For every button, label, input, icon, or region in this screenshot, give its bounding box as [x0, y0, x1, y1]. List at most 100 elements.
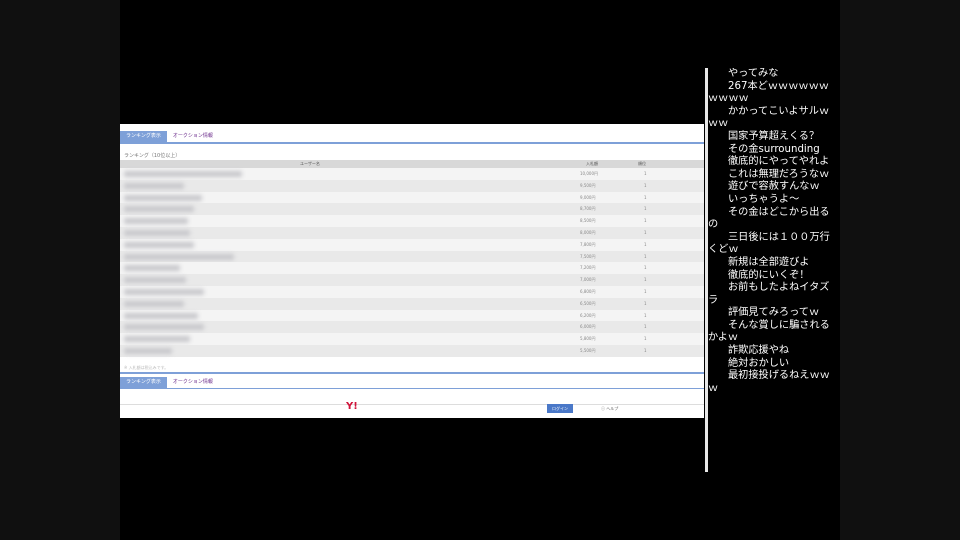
comment-item: 267本どｗｗｗｗｗｗｗｗｗｗ	[708, 80, 829, 105]
rank-value: 1	[644, 171, 647, 176]
comment-item: 遊びで容赦すんなｗ	[728, 181, 820, 193]
bid-amount: 7,800円	[580, 241, 596, 247]
table-row: 8,500円 1	[120, 215, 704, 227]
bid-amount: 6,200円	[580, 312, 596, 318]
table-row: 9,500円 1	[120, 179, 704, 192]
blurred-username	[124, 171, 242, 177]
bid-amount: 7,000円	[580, 277, 596, 283]
bid-amount: 9,500円	[580, 182, 596, 188]
yahoo-logo[interactable]: Y!	[346, 401, 358, 412]
bid-amount: 6,800円	[580, 288, 596, 294]
blurred-username	[124, 218, 188, 225]
rank-value: 1	[644, 288, 647, 294]
rank-value: 1	[644, 253, 647, 259]
tab-underline	[120, 142, 704, 144]
right-letterbox	[840, 0, 960, 540]
blurred-username	[124, 324, 204, 331]
rank-value: 1	[644, 300, 647, 306]
bid-amount: 5,800円	[580, 336, 596, 342]
table-body: 10,000円 1 9,500円 1 9,000円 1 8,700円 1 8,500円 1 8,00…	[120, 168, 704, 357]
rank-value: 1	[644, 277, 647, 283]
info-icon: ⓘ	[601, 406, 605, 411]
comment-item: お前もしたよねイタズラ	[708, 282, 830, 306]
comment-item: 新規は全部遊びよ	[728, 256, 810, 268]
ranking-table: ユーザー名 入札額 順位 10,000円 1 9,500円 1 9,000円 1 8,700…	[120, 160, 704, 357]
rank-value: 1	[644, 241, 647, 247]
header-rank: 順位	[638, 161, 646, 166]
blurred-username	[124, 347, 172, 354]
comment-item: そんな賞しに騙されるかよｗ	[708, 319, 830, 344]
rank-value: 1	[644, 312, 647, 318]
table-row: 8,700円 1	[120, 203, 704, 216]
tab-bar: ランキング表示 オークション情報	[120, 130, 219, 142]
comment-item: かかってこいよサルｗｗｗ	[708, 105, 830, 130]
comment-item: 徹底的にやってやれよ	[728, 156, 830, 168]
help-link-label: ヘルプ	[606, 406, 619, 411]
bottom-tab-line-top	[120, 372, 704, 374]
bid-amount: 5,500円	[580, 347, 596, 353]
header-amount: 入札額	[586, 161, 598, 166]
rank-value: 1	[644, 324, 647, 330]
comment-item: いっちゃうよ～	[728, 193, 800, 205]
bottom-tab-bar: ランキング表示 オークション情報	[120, 376, 219, 388]
bid-amount: 8,700円	[580, 206, 596, 212]
comment-item: 詐欺応援やね	[728, 345, 790, 357]
help-link[interactable]: ⓘ ヘルプ	[601, 404, 618, 413]
bid-amount: 8,000円	[580, 229, 596, 235]
blurred-username	[124, 253, 234, 260]
table-row: 6,000円 1	[120, 321, 704, 334]
blurred-username	[124, 241, 194, 248]
tab-ranking[interactable]: ランキング表示	[120, 130, 167, 142]
table-row: 7,000円 1	[120, 274, 704, 286]
table-row: 7,200円 1	[120, 262, 704, 275]
blurred-username	[124, 182, 184, 189]
rank-value: 1	[644, 229, 647, 235]
table-row: 6,800円 1	[120, 285, 704, 298]
blurred-username	[124, 265, 180, 272]
header-name: ユーザー名	[300, 161, 320, 166]
comment-item: その金はどこから出るの	[708, 206, 830, 231]
blurred-username	[124, 206, 194, 213]
bid-amount: 7,200円	[580, 265, 596, 271]
rank-value: 1	[644, 194, 647, 200]
rank-value: 1	[644, 347, 647, 353]
rank-value: 1	[644, 265, 647, 271]
table-row: 7,500円 1	[120, 250, 704, 263]
ranking-caption: ランキング（10位以上）	[124, 153, 181, 159]
login-button[interactable]: ログイン	[547, 404, 573, 413]
table-row: 8,000円 1	[120, 226, 704, 239]
bid-amount: 9,000円	[580, 194, 596, 200]
bid-amount: 7,500円	[580, 253, 596, 259]
blurred-username	[124, 288, 204, 295]
left-letterbox	[0, 0, 120, 540]
table-row: 9,000円 1	[120, 191, 704, 204]
comment-item: 三日後には１００万行くどｗ	[708, 231, 830, 256]
comment-panel[interactable]: やってみな 267本どｗｗｗｗｗｗｗｗｗｗ かかってこいよサルｗｗｗ 国家予算超えくる…	[705, 68, 839, 472]
bottom-tab-ranking[interactable]: ランキング表示	[120, 376, 167, 388]
blurred-username	[124, 300, 184, 307]
comment-item: 最初接投げるねえｗｗｗ	[708, 370, 830, 394]
comment-item: やってみな	[728, 68, 779, 79]
blurred-username	[124, 277, 186, 284]
comment-item: 絶対おかしい	[728, 357, 790, 369]
table-row: 5,800円 1	[120, 333, 704, 345]
comment-item: 徹底的にいくぞ！	[728, 269, 810, 281]
rank-value: 1	[644, 206, 647, 212]
blurred-username	[124, 194, 202, 201]
table-row: 6,500円 1	[120, 297, 704, 310]
table-row: 10,000円 1	[120, 168, 704, 180]
table-row: 6,200円 1	[120, 309, 704, 322]
tab-auction-info[interactable]: オークション情報	[167, 131, 219, 142]
table-footnote: ※ 入札額は税込みです。	[124, 365, 169, 370]
table-header: ユーザー名 入札額 順位	[120, 160, 704, 168]
bid-amount: 10,000円	[580, 171, 598, 176]
rank-value: 1	[644, 218, 647, 224]
bid-amount: 8,500円	[580, 218, 596, 224]
rank-value: 1	[644, 336, 647, 342]
bottom-tab-auction-info[interactable]: オークション情報	[167, 377, 219, 388]
comment-list: やってみな 267本どｗｗｗｗｗｗｗｗｗｗ かかってこいよサルｗｗｗ 国家予算超えくる…	[708, 68, 839, 395]
blurred-username	[124, 312, 198, 319]
bid-amount: 6,000円	[580, 324, 596, 330]
comment-item: その金surrounding	[728, 143, 820, 155]
blurred-username	[124, 336, 190, 343]
